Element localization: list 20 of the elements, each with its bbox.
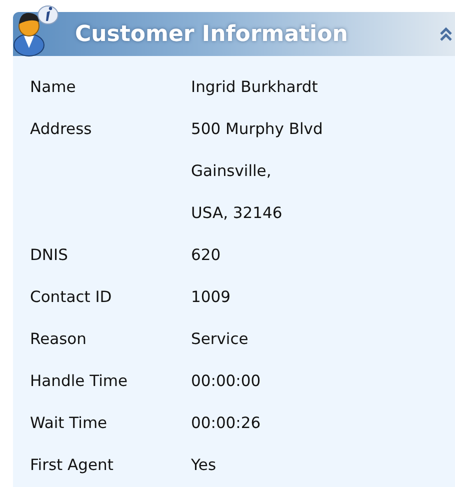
- panel-title: Customer Information: [75, 22, 348, 46]
- field-label: Address: [29, 119, 93, 140]
- field-label: Reason: [29, 329, 88, 350]
- field-value: 620: [191, 245, 221, 266]
- field-label: Contact ID: [29, 287, 113, 308]
- field-label: DNIS: [29, 245, 69, 266]
- field-value: 500 Murphy Blvd: [191, 119, 323, 140]
- field-value: USA, 32146: [191, 203, 282, 224]
- field-value: Ingrid Burkhardt: [191, 77, 318, 98]
- collapse-button[interactable]: [439, 26, 453, 42]
- field-value: 1009: [191, 287, 230, 308]
- field-value: Yes: [191, 455, 216, 476]
- field-label: Wait Time: [29, 413, 108, 434]
- field-value: 00:00:26: [191, 413, 261, 434]
- field-value: Service: [191, 329, 248, 350]
- field-label: Name: [29, 77, 77, 98]
- field-label: First Agent: [29, 455, 114, 476]
- field-value: 00:00:00: [191, 371, 261, 392]
- field-value: Gainsville,: [191, 161, 272, 182]
- field-label: Handle Time: [29, 371, 129, 392]
